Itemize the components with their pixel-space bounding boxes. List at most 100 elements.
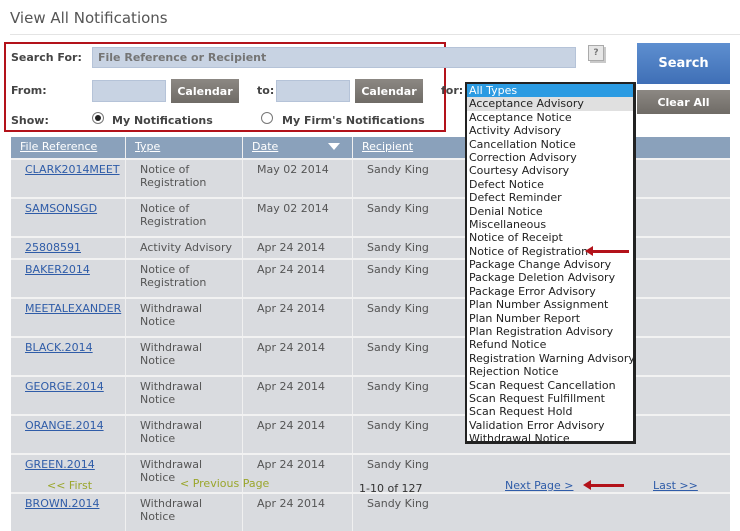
column-header-file-reference[interactable]: File Reference <box>11 137 126 158</box>
type-text: Notice <box>140 432 176 445</box>
search-input[interactable] <box>92 47 576 68</box>
dropdown-option[interactable]: Courtesy Advisory <box>467 164 633 177</box>
date-cell: Apr 24 2014 <box>243 494 353 531</box>
file-reference-cell: BLACK.2014 <box>11 338 126 375</box>
dropdown-option[interactable]: Cancellation Notice <box>467 138 633 151</box>
date-cell: May 02 2014 <box>243 199 353 236</box>
type-text: Notice <box>140 393 176 406</box>
dropdown-option[interactable]: Scan Request Cancellation <box>467 379 633 392</box>
dropdown-option[interactable]: Plan Number Report <box>467 312 633 325</box>
from-date-input[interactable] <box>92 80 166 102</box>
file-reference-link[interactable]: GEORGE.2014 <box>25 380 104 393</box>
date-cell: May 02 2014 <box>243 160 353 197</box>
dropdown-option[interactable]: Activity Advisory <box>467 124 633 137</box>
dropdown-option[interactable]: Acceptance Advisory <box>467 97 633 111</box>
type-text: Withdrawal <box>140 341 203 354</box>
dropdown-option[interactable]: Registration Warning Advisory <box>467 352 635 365</box>
dropdown-option[interactable]: Rejection Notice <box>467 365 633 378</box>
type-text: Withdrawal <box>140 380 203 393</box>
dropdown-option[interactable]: Notice of Receipt <box>467 231 633 244</box>
type-cell: Notice of Registration <box>126 160 243 197</box>
my-notifications-radio[interactable] <box>92 112 104 124</box>
column-header-type[interactable]: Type <box>126 137 243 158</box>
type-cell: Withdrawal Notice <box>126 338 243 375</box>
from-calendar-button[interactable]: Calendar <box>171 79 239 103</box>
dropdown-option[interactable]: Validation Error Advisory <box>467 419 633 432</box>
type-text: Registration <box>140 215 207 228</box>
from-label: From: <box>11 84 47 97</box>
file-reference-cell: BROWN.2014 <box>11 494 126 531</box>
title-divider <box>10 34 740 35</box>
sort-descending-icon[interactable] <box>328 143 340 150</box>
dropdown-option[interactable]: Package Deletion Advisory <box>467 271 633 284</box>
file-reference-link[interactable]: BAKER2014 <box>25 263 90 276</box>
previous-page-link: < Previous Page <box>180 477 270 490</box>
type-cell: Withdrawal Notice <box>126 494 243 531</box>
dropdown-option[interactable]: Package Change Advisory <box>467 258 633 271</box>
type-dropdown-list[interactable]: All Types Acceptance Advisory Acceptance N… <box>465 82 636 445</box>
dropdown-option[interactable]: Denial Notice <box>467 205 633 218</box>
file-reference-link[interactable]: CLARK2014MEET <box>25 163 120 176</box>
date-cell: Apr 24 2014 <box>243 260 353 297</box>
column-header-date[interactable]: Date <box>243 137 353 158</box>
dropdown-option[interactable]: Plan Registration Advisory <box>467 325 633 338</box>
firm-notifications-radio[interactable] <box>261 112 273 124</box>
column-header-date-label[interactable]: Date <box>252 140 278 153</box>
my-notifications-label[interactable]: My Notifications <box>112 114 213 127</box>
dropdown-option[interactable]: Defect Reminder <box>467 191 633 204</box>
dropdown-option[interactable]: Miscellaneous <box>467 218 633 231</box>
type-text: Notice of <box>140 263 190 276</box>
type-text: Activity Advisory <box>140 241 233 254</box>
firm-notifications-label[interactable]: My Firm's Notifications <box>282 114 425 127</box>
type-text: Withdrawal <box>140 419 203 432</box>
to-date-input[interactable] <box>276 80 350 102</box>
type-cell: Notice of Registration <box>126 199 243 236</box>
file-reference-cell: BAKER2014 <box>11 260 126 297</box>
dropdown-option[interactable]: Scan Request Fulfillment <box>467 392 633 405</box>
type-text: Registration <box>140 276 207 289</box>
dropdown-option[interactable]: Plan Number Assignment <box>467 298 633 311</box>
file-reference-link[interactable]: GREEN.2014 <box>25 458 95 471</box>
file-reference-link[interactable]: ORANGE.2014 <box>25 419 104 432</box>
file-reference-cell: GEORGE.2014 <box>11 377 126 414</box>
annotation-arrow-next-page <box>583 480 624 490</box>
file-reference-link[interactable]: SAMSONSGD <box>25 202 97 215</box>
next-page-link[interactable]: Next Page > <box>505 479 573 492</box>
recipient-cell: Sandy King <box>367 497 429 510</box>
to-label: to: <box>257 84 275 97</box>
dropdown-option[interactable]: Package Error Advisory <box>467 285 633 298</box>
to-calendar-button[interactable]: Calendar <box>355 79 423 103</box>
file-reference-cell: SAMSONSGD <box>11 199 126 236</box>
clear-all-button[interactable]: Clear All <box>637 90 730 114</box>
type-text: Notice of <box>140 163 190 176</box>
dropdown-option[interactable]: Acceptance Notice <box>467 111 633 124</box>
dropdown-option[interactable]: All Types <box>467 84 633 98</box>
file-reference-link[interactable]: BLACK.2014 <box>25 341 93 354</box>
dropdown-option[interactable]: Correction Advisory <box>467 151 633 164</box>
file-reference-link[interactable]: MEETALEXANDER <box>25 302 121 315</box>
type-text: Withdrawal <box>140 302 203 315</box>
dropdown-option[interactable]: Scan Request Hold <box>467 405 633 418</box>
type-text: Registration <box>140 176 207 189</box>
file-reference-link[interactable]: 25808591 <box>25 241 81 254</box>
type-cell: Notice of Registration <box>126 260 243 297</box>
date-cell: Apr 24 2014 <box>243 338 353 375</box>
type-cell: Activity Advisory <box>126 238 243 258</box>
file-reference-link[interactable]: BROWN.2014 <box>25 497 99 510</box>
type-text: Withdrawal <box>140 458 203 471</box>
date-cell: Apr 24 2014 <box>243 299 353 336</box>
date-cell: Apr 24 2014 <box>243 416 353 453</box>
type-text: Notice <box>140 315 176 328</box>
type-cell: Withdrawal Notice <box>126 377 243 414</box>
page-title: View All Notifications <box>10 9 168 27</box>
annotation-arrow-notice-of-registration <box>585 246 629 256</box>
search-button[interactable]: Search <box>637 43 730 84</box>
dropdown-option[interactable]: Withdrawal Notice <box>467 432 633 445</box>
file-reference-cell: CLARK2014MEET <box>11 160 126 197</box>
dropdown-option[interactable]: Defect Notice <box>467 178 633 191</box>
file-reference-cell: 25808591 <box>11 238 126 258</box>
last-page-link[interactable]: Last >> <box>653 479 698 492</box>
help-icon[interactable]: ? <box>588 45 604 61</box>
dropdown-option[interactable]: Refund Notice <box>467 338 633 351</box>
type-text: Withdrawal <box>140 497 203 510</box>
